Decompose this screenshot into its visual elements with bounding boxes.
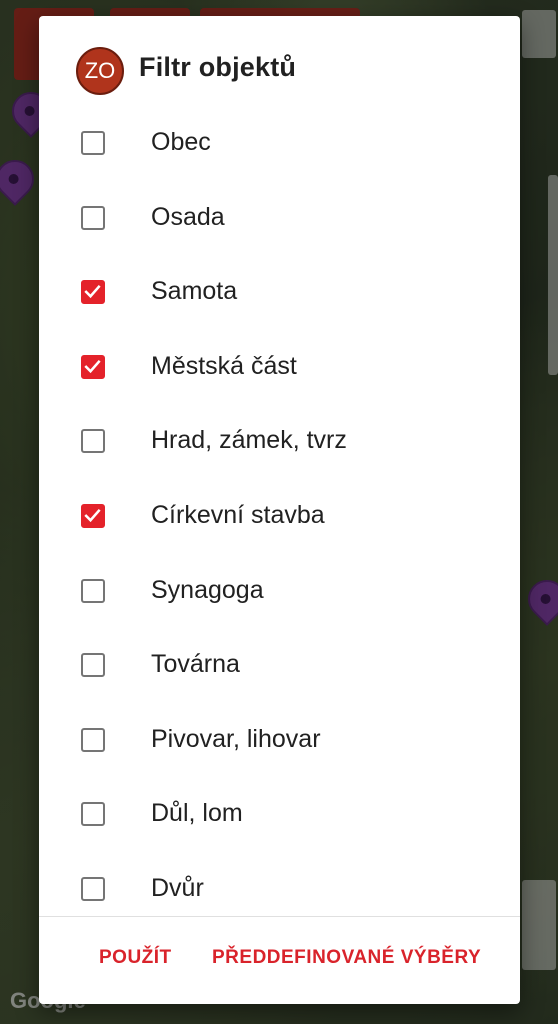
filter-label: Městská část bbox=[151, 351, 297, 380]
filter-checkbox[interactable] bbox=[81, 429, 105, 454]
filter-label: Hrad, zámek, tvrz bbox=[151, 426, 347, 455]
filter-checkbox[interactable] bbox=[81, 503, 105, 528]
filter-item[interactable]: Továrna bbox=[39, 629, 520, 704]
filter-label: Obec bbox=[151, 128, 211, 156]
checkmark-icon bbox=[84, 508, 101, 523]
filter-checkbox[interactable] bbox=[81, 131, 105, 155]
filter-label: Dvůr bbox=[151, 873, 204, 902]
filter-item[interactable]: Důl, lom bbox=[39, 778, 520, 853]
filter-item[interactable]: Synagoga bbox=[39, 555, 520, 630]
dialog-title: Filtr objektů bbox=[139, 52, 297, 82]
predefined-selections-button[interactable]: PŘEDDEFINOVANÉ VÝBĚRY bbox=[212, 947, 481, 969]
filter-label: Synagoga bbox=[151, 575, 264, 604]
filter-checkbox[interactable] bbox=[81, 205, 105, 230]
filter-label: Důl, lom bbox=[151, 799, 243, 828]
filter-label: Pivovar, lihovar bbox=[151, 724, 321, 753]
checkmark-icon bbox=[84, 285, 101, 299]
filter-checkbox[interactable] bbox=[81, 876, 105, 901]
filter-item[interactable]: Církevní stavba bbox=[39, 480, 520, 555]
filter-label: Továrna bbox=[151, 650, 240, 679]
checkmark-icon bbox=[84, 359, 101, 373]
filter-checkbox[interactable] bbox=[81, 280, 105, 305]
filter-list[interactable]: Obec Osada Samota Městská část Hrad, zámek, … bbox=[39, 107, 520, 928]
filter-label: Samota bbox=[151, 277, 238, 306]
app-logo-badge: ZO bbox=[76, 47, 124, 95]
filter-label: Osada bbox=[151, 202, 225, 231]
apply-button[interactable]: POUŽÍT bbox=[99, 947, 172, 969]
filter-item[interactable]: Pivovar, lihovar bbox=[39, 704, 520, 779]
filter-item[interactable]: Obec bbox=[39, 107, 520, 182]
filter-checkbox[interactable] bbox=[81, 802, 105, 827]
filter-dialog: ZO Filtr objektů Obec Osada Samota Městská … bbox=[39, 16, 520, 1004]
filter-item[interactable]: Osada bbox=[39, 182, 520, 257]
filter-item[interactable]: Samota bbox=[39, 256, 520, 331]
filter-item[interactable]: Hrad, zámek, tvrz bbox=[39, 405, 520, 480]
filter-label: Církevní stavba bbox=[151, 500, 325, 529]
filter-checkbox[interactable] bbox=[81, 578, 105, 603]
filter-checkbox[interactable] bbox=[81, 727, 105, 752]
filter-checkbox[interactable] bbox=[81, 653, 105, 678]
dialog-footer-divider bbox=[39, 916, 520, 917]
filter-item[interactable]: Městská část bbox=[39, 331, 520, 406]
filter-checkbox[interactable] bbox=[81, 354, 105, 379]
